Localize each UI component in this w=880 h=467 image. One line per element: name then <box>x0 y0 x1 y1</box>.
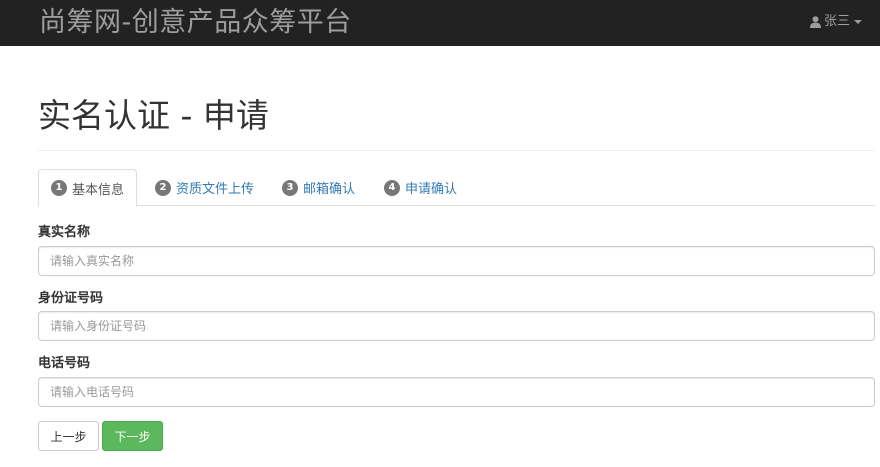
caret-down-icon <box>854 20 862 24</box>
user-dropdown[interactable]: 张三 <box>809 13 862 31</box>
user-name: 张三 <box>823 14 850 29</box>
step-badge: 2 <box>155 179 171 196</box>
top-navbar: 尚筹网-创意产品众筹平台 张三 <box>0 0 880 46</box>
phone-input[interactable] <box>38 377 875 407</box>
tab-basic-info[interactable]: 1 基本信息 <box>38 169 138 207</box>
tab-label: 邮箱确认 <box>303 182 356 197</box>
title-divider <box>38 150 875 151</box>
phone-label: 电话号码 <box>38 356 91 371</box>
prev-step-button[interactable]: 上一步 <box>38 421 99 451</box>
real-name-label: 真实名称 <box>38 225 91 240</box>
id-number-label: 身份证号码 <box>38 291 104 306</box>
id-number-input[interactable] <box>38 311 875 341</box>
tab-label: 基本信息 <box>72 182 125 198</box>
step-badge: 1 <box>51 180 67 196</box>
page-title: 实名认证 - 申请 <box>38 96 269 135</box>
tab-application-confirm[interactable]: 4 申请确认 <box>372 169 469 206</box>
tab-label: 资质文件上传 <box>176 182 255 197</box>
real-name-input[interactable] <box>38 246 875 276</box>
tab-email-confirm[interactable]: 3 邮箱确认 <box>270 169 367 206</box>
next-step-button[interactable]: 下一步 <box>102 421 163 451</box>
step-badge: 4 <box>384 179 400 196</box>
step-badge: 3 <box>282 179 298 196</box>
step-tabs: 1 基本信息 2 资质文件上传 3 邮箱确认 4 申请确认 <box>38 169 875 207</box>
brand-title[interactable]: 尚筹网-创意产品众筹平台 <box>39 5 352 41</box>
tab-label: 申请确认 <box>405 182 458 197</box>
user-icon <box>809 16 821 28</box>
tab-qualification-upload[interactable]: 2 资质文件上传 <box>143 169 266 206</box>
